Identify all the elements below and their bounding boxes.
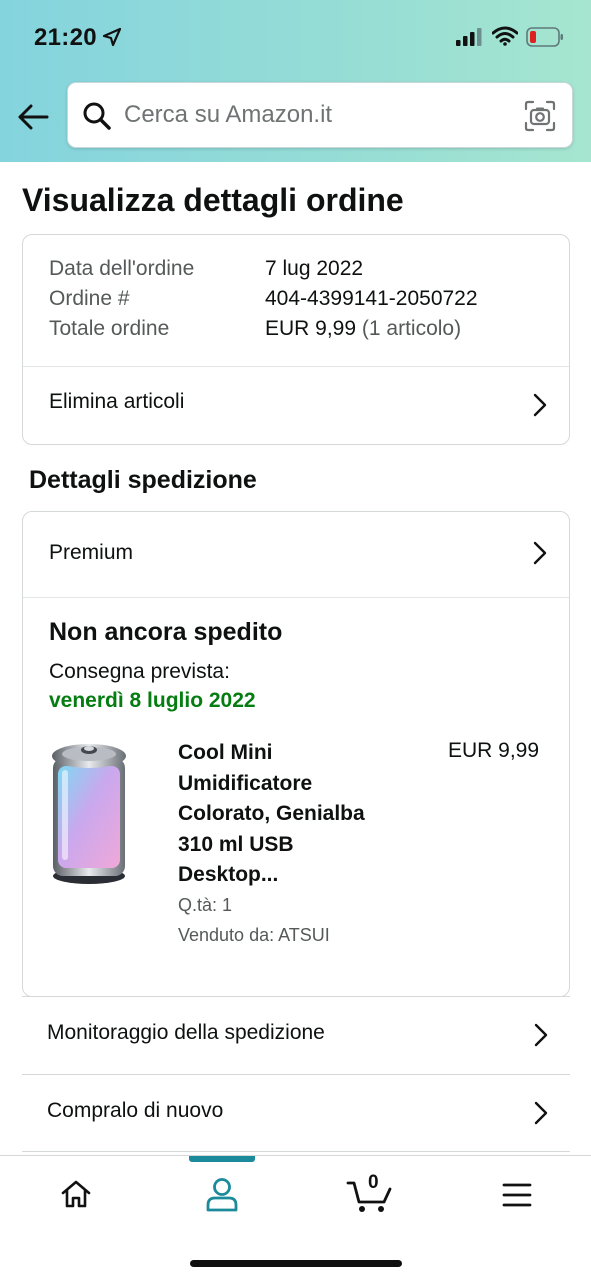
- product-seller: Venduto da: ATSUI: [178, 925, 330, 945]
- wifi-icon: [492, 26, 518, 46]
- shipment-card: Premium Non ancora spedito Consegna prev…: [22, 511, 570, 997]
- delivery-date: venerdì 8 luglio 2022: [49, 689, 256, 712]
- shipping-service-row[interactable]: Premium: [23, 512, 569, 597]
- nav-home[interactable]: [45, 1174, 105, 1218]
- battery-icon: [526, 27, 563, 47]
- chevron-right-icon: [533, 541, 547, 565]
- shipment-status: Non ancora spedito: [49, 618, 283, 646]
- order-total-label: Totale ordine: [49, 317, 170, 340]
- active-tab-indicator: [189, 1156, 255, 1162]
- location-arrow-icon: [102, 27, 122, 47]
- account-icon: [206, 1178, 238, 1212]
- product-image[interactable]: [47, 736, 131, 888]
- bottom-nav: 0: [0, 1155, 591, 1280]
- shipment-section-title: Dettagli spedizione: [29, 466, 257, 494]
- order-total-items: (1 articolo): [361, 317, 462, 340]
- camera-icon[interactable]: [523, 99, 557, 133]
- shipping-service-label: Premium: [49, 541, 134, 564]
- track-shipment-row[interactable]: Monitoraggio della spedizione: [22, 996, 570, 1074]
- divider: [22, 1151, 570, 1152]
- order-number-label: Ordine #: [49, 287, 130, 310]
- buy-again-row[interactable]: Compralo di nuovo: [22, 1074, 570, 1152]
- order-summary-card: Data dell'ordine 7 lug 2022 Ordine # 404…: [22, 234, 570, 445]
- page-title: Visualizza dettagli ordine: [22, 182, 404, 218]
- track-shipment-label: Monitoraggio della spedizione: [47, 1021, 325, 1044]
- search-icon: [83, 102, 111, 130]
- delete-items-row[interactable]: Elimina articoli: [23, 367, 569, 445]
- buy-again-label: Compralo di nuovo: [47, 1099, 224, 1122]
- delete-items-label: Elimina articoli: [49, 390, 185, 413]
- order-total-value: EUR 9,99 (1 articolo): [265, 317, 461, 341]
- chevron-right-icon: [534, 1101, 548, 1125]
- status-bar: 21:20: [0, 0, 591, 76]
- order-number-value: 404-4399141-2050722: [265, 287, 478, 310]
- product-quantity: Q.tà: 1: [178, 895, 233, 915]
- status-time: 21:20: [34, 24, 97, 51]
- divider: [23, 597, 569, 598]
- home-indicator: [190, 1260, 402, 1267]
- menu-icon: [502, 1183, 532, 1207]
- home-icon: [61, 1180, 91, 1208]
- product-price: EUR 9,99: [448, 739, 540, 762]
- signal-icon: [456, 28, 482, 46]
- order-date-value: 7 lug 2022: [265, 257, 364, 280]
- nav-menu[interactable]: [488, 1174, 548, 1218]
- cart-count: 0: [368, 1172, 379, 1193]
- delivery-label: Consegna prevista:: [49, 660, 230, 683]
- product-title[interactable]: Cool Mini Umidificatore Colorato, Genial…: [178, 738, 393, 891]
- nav-cart[interactable]: 0: [344, 1172, 404, 1218]
- order-total-amount: EUR 9,99: [265, 317, 357, 340]
- search-input[interactable]: [124, 93, 504, 137]
- app-header: 21:20: [0, 0, 591, 162]
- order-date-label: Data dell'ordine: [49, 257, 195, 280]
- chevron-right-icon: [534, 1023, 548, 1047]
- back-arrow-icon[interactable]: [16, 100, 50, 134]
- chevron-right-icon: [533, 393, 547, 417]
- nav-account[interactable]: [192, 1174, 252, 1218]
- search-bar[interactable]: [67, 82, 573, 148]
